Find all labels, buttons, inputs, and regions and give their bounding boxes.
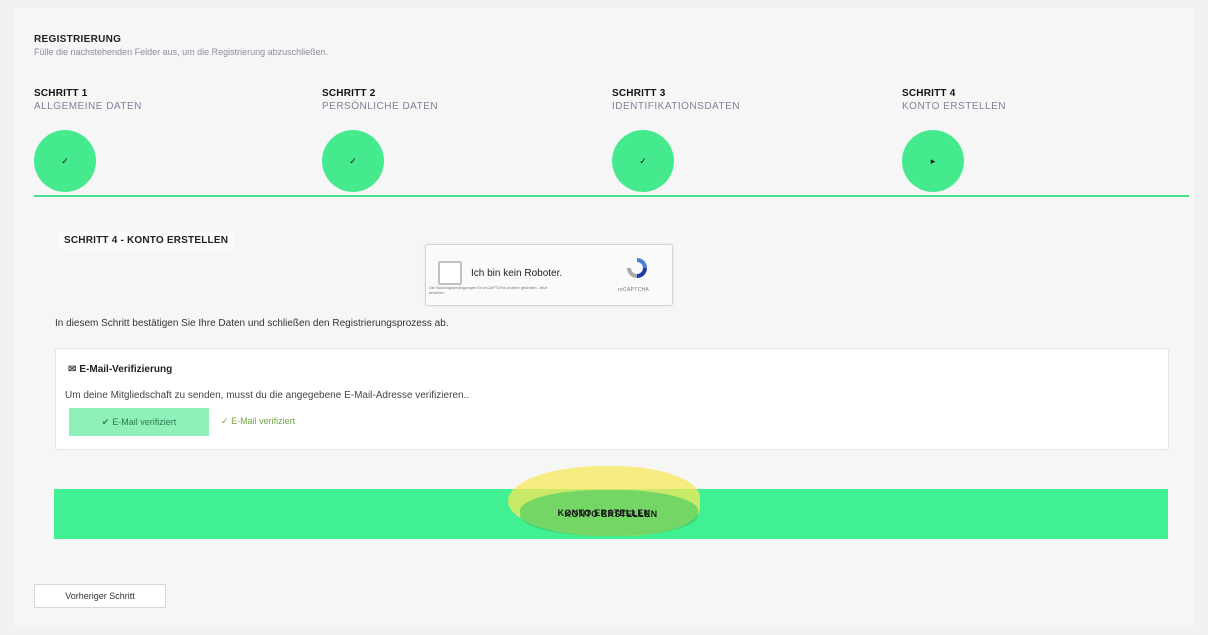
- check-icon: ✓: [61, 155, 69, 166]
- recaptcha-icon: [624, 255, 650, 287]
- step-name: IDENTIFIKATIONSDATEN: [612, 101, 740, 112]
- step-number: SCHRITT 2: [322, 88, 376, 99]
- step-number: SCHRITT 1: [34, 88, 88, 99]
- intro-text: In diesem Schritt bestätigen Sie Ihre Da…: [55, 318, 449, 329]
- create-account-button[interactable]: KONTO ERSTELLEN: [54, 489, 1168, 539]
- step-4: SCHRITT 4 KONTO ERSTELLEN: [902, 88, 1102, 112]
- email-verified-button-label: E-Mail verifiziert: [112, 417, 177, 427]
- step-1-indicator[interactable]: ✓: [34, 130, 96, 192]
- step-name: KONTO ERSTELLEN: [902, 101, 1007, 112]
- play-icon: ▸: [930, 155, 936, 166]
- step-number: SCHRITT 3: [612, 88, 666, 99]
- step-3: SCHRITT 3 IDENTIFIKATIONSDATEN: [612, 88, 812, 112]
- previous-step-button[interactable]: Vorheriger Schritt: [34, 584, 166, 608]
- step-3-indicator[interactable]: ✓: [612, 130, 674, 192]
- section-title: SCHRITT 4 - KONTO ERSTELLEN: [58, 232, 235, 249]
- email-verification-title: ✉ E-Mail-Verifizierung: [68, 364, 172, 375]
- page-title: REGISTRIERUNG: [34, 34, 122, 45]
- recaptcha-fine-print[interactable]: Die Nutzungsbedingungen für reCAPTCHA wu…: [429, 285, 549, 295]
- check-icon: ✓: [639, 155, 647, 166]
- recaptcha-widget: Ich bin kein Roboter. Die Nutzungsbeding…: [425, 244, 673, 306]
- step-name: ALLGEMEINE DATEN: [34, 101, 142, 112]
- step-number: SCHRITT 4: [902, 88, 956, 99]
- create-account-label: KONTO ERSTELLEN: [564, 509, 658, 519]
- email-verification-card: ✉ E-Mail-Verifizierung Um deine Mitglieds…: [55, 348, 1169, 450]
- recaptcha-checkbox[interactable]: [438, 261, 462, 285]
- step-name: PERSÖNLICHE DATEN: [322, 101, 439, 112]
- step-4-indicator[interactable]: ▸: [902, 130, 964, 192]
- email-verification-title-text: E-Mail-Verifizierung: [79, 364, 173, 375]
- email-verification-text: Um deine Mitgliedschaft zu senden, musst…: [65, 390, 470, 401]
- step-2: SCHRITT 2 PERSÖNLICHE DATEN: [322, 88, 522, 112]
- email-verified-button[interactable]: ✔ E-Mail verifiziert: [69, 408, 209, 436]
- envelope-icon: ✉: [68, 364, 77, 375]
- page-subtitle: Fülle die nachstehenden Felder aus, um d…: [34, 47, 329, 57]
- recaptcha-label: Ich bin kein Roboter.: [471, 268, 563, 279]
- check-circle-icon: ✓: [221, 416, 229, 426]
- recaptcha-brand: reCAPTCHA: [618, 287, 650, 293]
- check-icon: ✔: [101, 416, 110, 427]
- email-verified-status: ✓ E-Mail verifiziert: [221, 416, 295, 427]
- step-2-indicator[interactable]: ✓: [322, 130, 384, 192]
- email-verified-status-label: E-Mail verifiziert: [231, 416, 296, 426]
- step-1: SCHRITT 1 ALLGEMEINE DATEN: [34, 88, 234, 112]
- progress-line: [34, 195, 1189, 197]
- check-icon: ✓: [349, 155, 357, 166]
